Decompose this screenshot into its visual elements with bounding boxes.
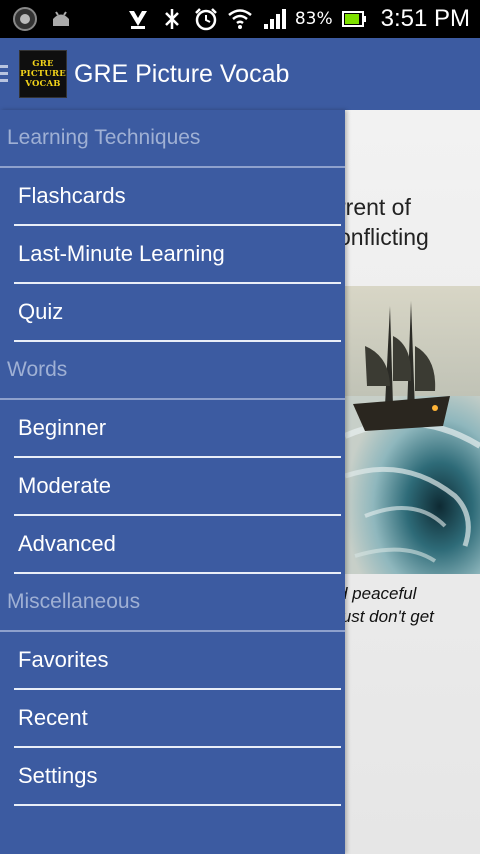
bluetooth-off-icon [159, 6, 185, 32]
word-caption: d peaceful just don't get [338, 582, 434, 628]
drawer-item-advanced[interactable]: Advanced [14, 516, 341, 574]
drawer-item-last-minute-learning[interactable]: Last-Minute Learning [14, 226, 341, 284]
logo-line-1: GRE [32, 59, 54, 69]
word-definition: rrent of onflicting [338, 192, 437, 252]
android-debug-icon [48, 6, 74, 32]
definition-line-2: onflicting [338, 224, 429, 250]
logo-line-3: VOCAB [25, 79, 61, 89]
drawer-toggle-icon[interactable] [0, 65, 8, 86]
battery-percent: 83% [294, 9, 333, 29]
word-illustration [345, 286, 480, 574]
status-bar: 83% 3:51 PM [0, 0, 480, 38]
caption-line-1: d peaceful [338, 584, 417, 603]
alarm-icon [193, 6, 219, 32]
section-header-learning-techniques: Learning Techniques [0, 110, 345, 168]
drawer-item-settings[interactable]: Settings [14, 748, 341, 806]
download-icon [125, 6, 151, 32]
drawer-item-beginner[interactable]: Beginner [14, 400, 341, 458]
status-clock: 3:51 PM [380, 5, 470, 32]
app-title: GRE Picture Vocab [74, 60, 290, 88]
drawer-item-recent[interactable]: Recent [14, 690, 341, 748]
drawer-item-moderate[interactable]: Moderate [14, 458, 341, 516]
action-bar: GRE PICTURE VOCAB GRE Picture Vocab [0, 38, 480, 110]
app-logo[interactable]: GRE PICTURE VOCAB [19, 50, 67, 98]
section-header-miscellaneous: Miscellaneous [0, 574, 345, 632]
definition-line-1: rrent of [338, 194, 411, 220]
app-notification-icon [12, 6, 38, 32]
battery-icon [341, 6, 367, 32]
caption-line-2: just don't get [338, 607, 434, 626]
logo-line-2: PICTURE [20, 69, 66, 79]
section-header-words: Words [0, 342, 345, 400]
signal-icon [261, 6, 287, 32]
drawer-item-flashcards[interactable]: Flashcards [14, 168, 341, 226]
wifi-icon [227, 6, 253, 32]
navigation-drawer: Learning Techniques Flashcards Last-Minu… [0, 110, 345, 854]
drawer-item-quiz[interactable]: Quiz [14, 284, 341, 342]
drawer-item-favorites[interactable]: Favorites [14, 632, 341, 690]
